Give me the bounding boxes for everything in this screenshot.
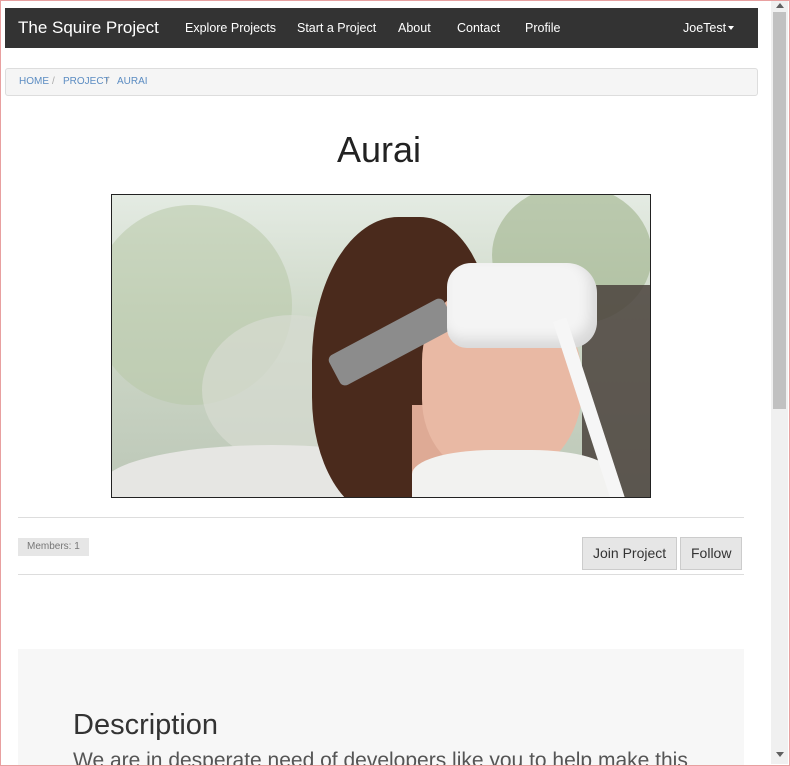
- project-image: [111, 194, 651, 498]
- breadcrumb-separator: /: [52, 76, 55, 87]
- description-text: We are in desperate need of developers l…: [73, 749, 688, 766]
- page: The Squire Project Explore Projects Star…: [0, 0, 771, 766]
- breadcrumb-current: AURAI: [117, 76, 148, 87]
- join-project-button[interactable]: Join Project: [582, 537, 678, 570]
- user-name: JoeTest: [683, 21, 727, 35]
- nav-profile[interactable]: Profile: [525, 8, 560, 48]
- members-badge: Members: 1: [18, 538, 89, 556]
- brand-link[interactable]: The Squire Project: [18, 8, 159, 48]
- nav-contact[interactable]: Contact: [457, 8, 500, 48]
- caret-down-icon: [728, 25, 735, 30]
- divider-bottom: [18, 574, 744, 575]
- nav-start-project[interactable]: Start a Project: [297, 8, 376, 48]
- breadcrumb-home[interactable]: HOME: [19, 69, 49, 95]
- nav-about[interactable]: About: [398, 8, 431, 48]
- breadcrumb-project[interactable]: PROJECT: [63, 69, 110, 95]
- vertical-scrollbar[interactable]: [771, 0, 788, 764]
- user-dropdown[interactable]: JoeTest: [683, 8, 735, 48]
- breadcrumb-separator: /: [106, 76, 109, 87]
- description-heading: Description: [73, 709, 219, 741]
- description-panel: Description We are in desperate need of …: [18, 649, 744, 766]
- divider-top: [18, 517, 744, 518]
- arrow-down-icon[interactable]: [776, 752, 784, 757]
- nav-explore-projects[interactable]: Explore Projects: [185, 8, 276, 48]
- project-title: Aurai: [336, 129, 422, 170]
- arrow-up-icon[interactable]: [776, 3, 784, 8]
- navbar: The Squire Project Explore Projects Star…: [5, 8, 758, 48]
- scrollbar-thumb[interactable]: [773, 12, 786, 409]
- breadcrumb: HOME / PROJECT / AURAI: [5, 68, 758, 96]
- follow-button[interactable]: Follow: [680, 537, 743, 570]
